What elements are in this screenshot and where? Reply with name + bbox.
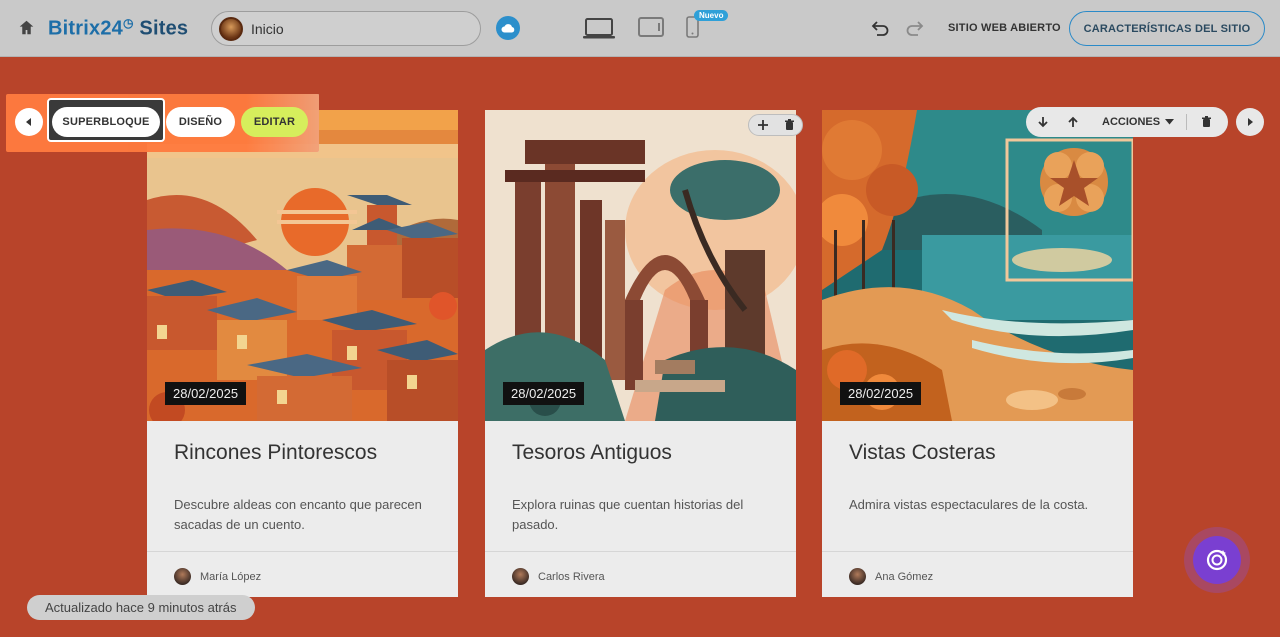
card-title[interactable]: Rincones Pintorescos xyxy=(174,441,377,465)
card-footer: Carlos Rivera xyxy=(485,551,796,597)
desktop-icon[interactable] xyxy=(583,18,615,40)
new-badge: Nuevo xyxy=(694,10,729,21)
card-image-village xyxy=(147,110,458,421)
card-date: 28/02/2025 xyxy=(840,382,922,405)
card-image-ruins xyxy=(485,110,796,421)
trash-icon xyxy=(1201,116,1211,127)
design-button[interactable]: DISEÑO xyxy=(166,107,235,137)
tablet-icon[interactable] xyxy=(638,17,664,37)
card-footer: María López xyxy=(147,551,458,597)
move-up-button[interactable] xyxy=(1058,107,1088,137)
card-description: Admira vistas espectaculares de la costa… xyxy=(849,497,1089,512)
card-title[interactable]: Tesoros Antiguos xyxy=(512,441,672,465)
superblock-button[interactable]: SUPERBLOQUE xyxy=(52,107,160,137)
page-avatar xyxy=(219,16,243,41)
card-author: María López xyxy=(174,568,261,585)
redo-icon[interactable] xyxy=(906,20,924,36)
card-description: Explora ruinas que cuentan historias del… xyxy=(512,497,744,532)
trash-icon[interactable] xyxy=(784,119,795,131)
card-footer: Ana Gómez xyxy=(822,551,1133,597)
blog-card[interactable]: 28/02/2025 Tesoros Antiguos Explora ruin… xyxy=(485,110,796,597)
logo-brand: Bitrix24 xyxy=(48,17,123,40)
logo[interactable]: Bitrix24◷ Sites xyxy=(48,16,188,41)
card-date: 28/02/2025 xyxy=(503,382,585,405)
top-bar: Bitrix24◷ Sites Inicio Nuevo SITIO WEB A… xyxy=(0,0,1280,57)
chevron-down-icon xyxy=(1165,119,1175,125)
site-features-button[interactable]: CARACTERÍSTICAS DEL SITIO xyxy=(1069,11,1265,46)
author-name: Carlos Rivera xyxy=(538,570,605,583)
page-name: Inicio xyxy=(251,20,284,37)
update-status: Actualizado hace 9 minutos atrás xyxy=(27,595,255,620)
card-controls xyxy=(748,114,803,136)
edit-button[interactable]: EDITAR xyxy=(241,107,308,137)
author-name: Ana Gómez xyxy=(875,570,934,583)
arrow-right-icon xyxy=(1248,118,1253,126)
next-block-button[interactable] xyxy=(1236,108,1264,136)
actions-menu[interactable]: ACCIONES xyxy=(1102,116,1175,128)
author-avatar xyxy=(849,568,866,585)
arrow-up-icon xyxy=(1068,116,1078,127)
card-image-coast xyxy=(822,110,1133,421)
page-selector[interactable]: Inicio xyxy=(211,11,481,46)
assistant-icon xyxy=(1206,549,1228,571)
actions-label: ACCIONES xyxy=(1102,116,1161,128)
prev-block-button[interactable] xyxy=(15,108,43,136)
logo-product: Sites xyxy=(139,17,189,40)
home-icon[interactable] xyxy=(18,19,35,36)
card-title[interactable]: Vistas Costeras xyxy=(849,441,996,465)
move-down-button[interactable] xyxy=(1028,107,1058,137)
undo-icon[interactable] xyxy=(871,20,889,36)
card-author: Carlos Rivera xyxy=(512,568,605,585)
card-date: 28/02/2025 xyxy=(165,382,247,405)
blog-card[interactable]: 28/02/2025 Rincones Pintorescos Descubre… xyxy=(147,110,458,597)
blog-card[interactable]: 28/02/2025 Vistas Costeras Admira vistas… xyxy=(822,110,1133,597)
cloud-icon[interactable] xyxy=(496,16,520,40)
assistant-button[interactable] xyxy=(1184,527,1250,593)
open-site-link[interactable]: SITIO WEB ABIERTO xyxy=(948,22,1061,34)
plus-icon[interactable] xyxy=(757,119,769,131)
author-avatar xyxy=(512,568,529,585)
arrow-down-icon xyxy=(1038,117,1048,128)
card-author: Ana Gómez xyxy=(849,568,933,585)
card-description: Descubre aldeas con encanto que parecen … xyxy=(174,497,422,532)
delete-block-button[interactable] xyxy=(1191,107,1221,137)
block-toolbar-right: ACCIONES xyxy=(1026,107,1228,137)
arrow-left-icon xyxy=(26,118,31,126)
clock-icon: ◷ xyxy=(122,16,134,30)
author-name: María López xyxy=(200,570,262,583)
author-avatar xyxy=(174,568,191,585)
